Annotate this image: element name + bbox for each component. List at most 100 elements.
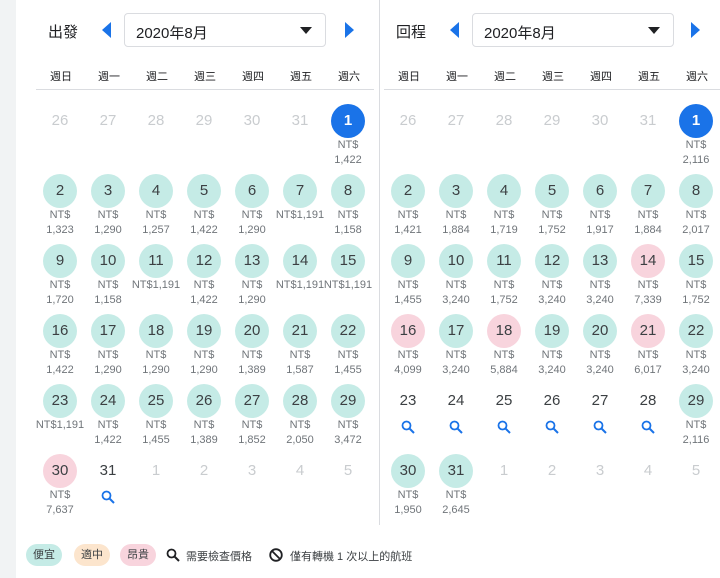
return-prev-month-button[interactable] bbox=[448, 21, 460, 39]
search-icon[interactable] bbox=[497, 420, 511, 434]
calendar-day[interactable]: 23 bbox=[384, 384, 432, 454]
departure-calendar: 出發 2020年8月 週日 週一 週二 週三 週四 週五 週六 26 27 28 29… bbox=[36, 0, 374, 516]
search-icon[interactable] bbox=[101, 490, 115, 504]
departure-next-month-button[interactable] bbox=[344, 21, 356, 39]
calendar-day[interactable]: 15 NT$ 1,752 bbox=[672, 244, 720, 314]
price-line: NT$ bbox=[541, 209, 563, 221]
calendar-day[interactable]: 29 NT$ 3,472 bbox=[324, 384, 372, 454]
calendar-day[interactable]: 28 bbox=[624, 384, 672, 454]
calendar-day[interactable]: 10 NT$ 1,158 bbox=[84, 244, 132, 314]
calendar-day[interactable]: 30 NT$ 1,950 bbox=[384, 454, 432, 524]
search-icon[interactable] bbox=[545, 420, 559, 434]
calendar-day[interactable]: 6 NT$ 1,290 bbox=[228, 174, 276, 244]
search-icon[interactable] bbox=[593, 420, 607, 434]
calendar-day[interactable]: 6 NT$ 1,917 bbox=[576, 174, 624, 244]
calendar-day[interactable]: 7 NT$1,191 bbox=[276, 174, 324, 244]
calendar-day[interactable]: 7 NT$ 1,884 bbox=[624, 174, 672, 244]
calendar-day[interactable]: 3 NT$ 1,290 bbox=[84, 174, 132, 244]
calendar-day[interactable]: 25 NT$ 1,455 bbox=[132, 384, 180, 454]
calendar-day[interactable]: 23 NT$1,191 bbox=[36, 384, 84, 454]
calendar-day[interactable]: 16 NT$ 1,422 bbox=[36, 314, 84, 384]
calendar-day[interactable]: 21 NT$ 1,587 bbox=[276, 314, 324, 384]
return-next-month-button[interactable] bbox=[690, 21, 702, 39]
price-line: 1,421 bbox=[394, 224, 422, 236]
calendar-day[interactable]: 14 NT$ 7,339 bbox=[624, 244, 672, 314]
price-line: NT$ bbox=[49, 349, 71, 361]
calendar-day[interactable]: 20 NT$ 1,389 bbox=[228, 314, 276, 384]
calendar-day[interactable]: 13 NT$ 1,290 bbox=[228, 244, 276, 314]
calendar-day[interactable]: 19 NT$ 1,290 bbox=[180, 314, 228, 384]
calendar-day[interactable]: 29 NT$ 2,116 bbox=[672, 384, 720, 454]
calendar-day[interactable]: 22 NT$ 1,455 bbox=[324, 314, 372, 384]
calendar-day[interactable]: 17 NT$ 1,290 bbox=[84, 314, 132, 384]
price-line: NT$1,191 bbox=[275, 209, 325, 221]
calendar-day[interactable]: 31 NT$ 2,645 bbox=[432, 454, 480, 524]
return-month-select[interactable]: 2020年8月 bbox=[472, 13, 674, 47]
outside-month-day: 28 bbox=[132, 104, 180, 174]
calendar-day[interactable]: 2 NT$ 1,323 bbox=[36, 174, 84, 244]
calendar-day[interactable]: 11 NT$ 1,752 bbox=[480, 244, 528, 314]
price-line: 1,290 bbox=[142, 364, 170, 376]
calendar-day[interactable]: 9 NT$ 1,455 bbox=[384, 244, 432, 314]
price-line: 1,752 bbox=[538, 224, 566, 236]
price-line: NT$ bbox=[397, 209, 419, 221]
calendar-day[interactable]: 17 NT$ 3,240 bbox=[432, 314, 480, 384]
calendar-day[interactable]: 10 NT$ 3,240 bbox=[432, 244, 480, 314]
calendar-day[interactable]: 5 NT$ 1,752 bbox=[528, 174, 576, 244]
calendar-day[interactable]: 9 NT$ 1,720 bbox=[36, 244, 84, 314]
calendar-day[interactable]: 20 NT$ 3,240 bbox=[576, 314, 624, 384]
calendar-day[interactable]: 27 NT$ 1,852 bbox=[228, 384, 276, 454]
price-line: NT$ bbox=[397, 489, 419, 501]
price-line: 1,720 bbox=[46, 294, 74, 306]
price-line: NT$ bbox=[637, 209, 659, 221]
day-number: 26 bbox=[187, 384, 221, 418]
departure-month-select[interactable]: 2020年8月 bbox=[124, 13, 326, 47]
outside-month-day: 31 bbox=[624, 104, 672, 174]
calendar-day[interactable]: 16 NT$ 4,099 bbox=[384, 314, 432, 384]
price-line: 3,240 bbox=[442, 294, 470, 306]
outside-month-day: 27 bbox=[84, 104, 132, 174]
day-number: 28 bbox=[283, 384, 317, 418]
calendar-day[interactable]: 8 NT$ 1,158 bbox=[324, 174, 372, 244]
calendar-day[interactable]: 19 NT$ 3,240 bbox=[528, 314, 576, 384]
search-icon[interactable] bbox=[401, 420, 415, 434]
calendar-day[interactable]: 12 NT$ 3,240 bbox=[528, 244, 576, 314]
calendar-day[interactable]: 27 bbox=[576, 384, 624, 454]
day-number: 22 bbox=[679, 314, 713, 348]
calendar-day[interactable]: 4 NT$ 1,719 bbox=[480, 174, 528, 244]
calendar-day[interactable]: 21 NT$ 6,017 bbox=[624, 314, 672, 384]
price-line: 2,645 bbox=[442, 504, 470, 516]
departure-prev-month-button[interactable] bbox=[100, 21, 112, 39]
calendar-day[interactable]: 1 NT$ 2,116 bbox=[672, 104, 720, 174]
price-line: 1,422 bbox=[334, 154, 362, 166]
day-number: 17 bbox=[91, 314, 125, 348]
calendar-day[interactable]: 18 NT$ 1,290 bbox=[132, 314, 180, 384]
calendar-day[interactable]: 11 NT$1,191 bbox=[132, 244, 180, 314]
search-icon[interactable] bbox=[641, 420, 655, 434]
calendar-day[interactable]: 3 NT$ 1,884 bbox=[432, 174, 480, 244]
calendar-day[interactable]: 25 bbox=[480, 384, 528, 454]
calendar-day[interactable]: 8 NT$ 2,017 bbox=[672, 174, 720, 244]
calendar-day[interactable]: 22 NT$ 3,240 bbox=[672, 314, 720, 384]
calendar-day[interactable]: 18 NT$ 5,884 bbox=[480, 314, 528, 384]
calendar-day[interactable]: 1 NT$ 1,422 bbox=[324, 104, 372, 174]
price-line: NT$ bbox=[289, 349, 311, 361]
calendar-day[interactable]: 26 bbox=[528, 384, 576, 454]
calendar-day[interactable]: 26 NT$ 1,389 bbox=[180, 384, 228, 454]
day-number: 14 bbox=[631, 244, 665, 278]
calendar-day[interactable]: 30 NT$ 7,637 bbox=[36, 454, 84, 524]
calendar-day[interactable]: 2 NT$ 1,421 bbox=[384, 174, 432, 244]
calendar-day[interactable]: 24 NT$ 1,422 bbox=[84, 384, 132, 454]
calendar-day[interactable]: 24 bbox=[432, 384, 480, 454]
calendar-day[interactable]: 4 NT$ 1,257 bbox=[132, 174, 180, 244]
calendar-day[interactable]: 5 NT$ 1,422 bbox=[180, 174, 228, 244]
calendar-day[interactable]: 15 NT$1,191 bbox=[324, 244, 372, 314]
calendar-day[interactable]: 28 NT$ 2,050 bbox=[276, 384, 324, 454]
calendar-day[interactable]: 13 NT$ 3,240 bbox=[576, 244, 624, 314]
day-number: 5 bbox=[187, 174, 221, 208]
calendar-day[interactable]: 14 NT$1,191 bbox=[276, 244, 324, 314]
calendar-day[interactable]: 31 bbox=[84, 454, 132, 524]
return-calendar: 回程 2020年8月 週日 週一 週二 週三 週四 週五 週六 26 27 28 29… bbox=[384, 0, 720, 516]
calendar-day[interactable]: 12 NT$ 1,422 bbox=[180, 244, 228, 314]
search-icon[interactable] bbox=[449, 420, 463, 434]
